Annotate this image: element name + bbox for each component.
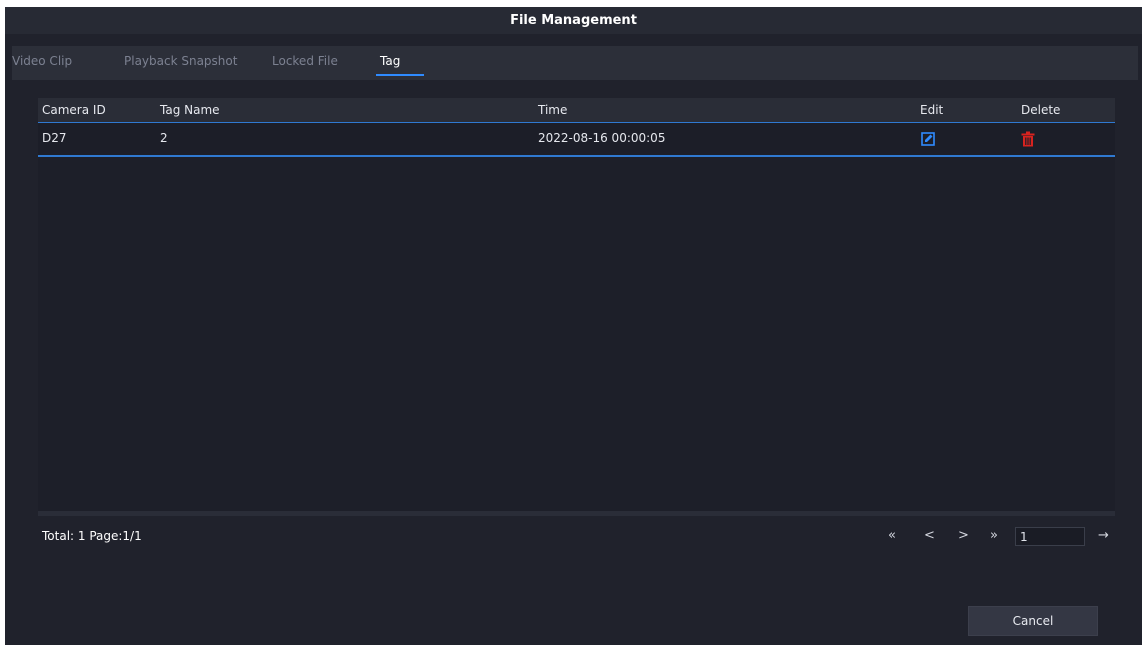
table-row[interactable]: D27 2 2022-08-16 00:00:05 [38,123,1115,157]
active-tab-indicator [376,74,424,76]
tab-video-clip[interactable]: Video Clip [12,54,72,68]
tab-locked-file[interactable]: Locked File [272,54,338,68]
table-header: Camera ID Tag Name Time Edit Delete [38,98,1115,123]
cell-time: 2022-08-16 00:00:05 [538,131,666,145]
page-number-input[interactable] [1015,527,1085,546]
tab-playback-snapshot[interactable]: Playback Snapshot [124,54,237,68]
column-header-edit: Edit [920,103,944,117]
previous-page-button[interactable]: < [924,528,935,543]
cell-camera-id: D27 [42,131,67,145]
dialog-title: File Management [510,13,637,28]
next-page-button[interactable]: > [958,528,969,543]
tag-table: Camera ID Tag Name Time Edit Delete D27 … [38,98,1115,516]
column-header-time[interactable]: Time [538,103,567,117]
first-page-button[interactable]: « [888,528,896,543]
column-header-tag-name[interactable]: Tag Name [160,103,220,117]
column-header-camera-id[interactable]: Camera ID [42,103,106,117]
cancel-button[interactable]: Cancel [968,606,1098,636]
cell-tag-name: 2 [160,131,168,145]
go-to-page-button[interactable]: → [1098,528,1109,543]
edit-icon[interactable] [921,132,935,146]
pagination-info: Total: 1 Page:1/1 [42,529,142,543]
horizontal-scrollbar[interactable] [38,511,1115,516]
last-page-button[interactable]: » [990,528,998,543]
dialog-title-bar: File Management [5,7,1142,34]
column-header-delete: Delete [1021,103,1061,117]
tab-tag[interactable]: Tag [380,54,400,68]
tab-bar: Video Clip Playback Snapshot Locked File… [12,46,1138,80]
file-management-dialog: File Management Video Clip Playback Snap… [5,7,1142,645]
trash-icon[interactable] [1021,131,1035,147]
